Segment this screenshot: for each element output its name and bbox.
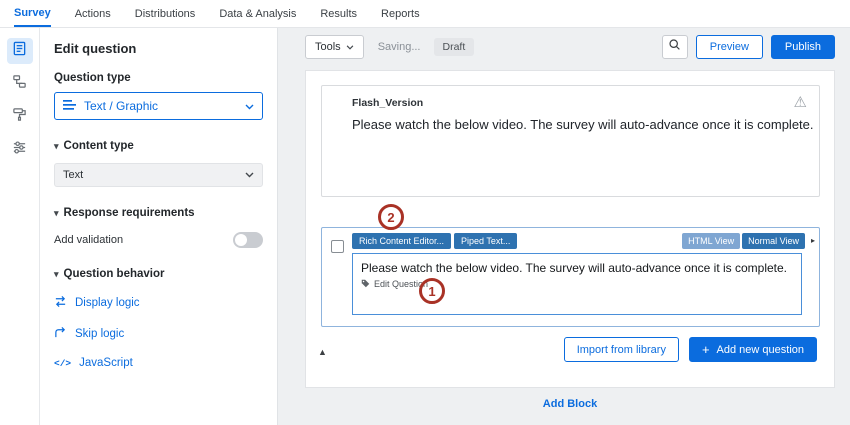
preview-button[interactable]: Preview [696, 35, 763, 59]
question-text-editor: Please watch the below video. The survey… [352, 253, 802, 315]
nav-tab-actions[interactable]: Actions [75, 0, 111, 27]
survey-options-icon [12, 140, 27, 160]
left-icon-rail [0, 28, 40, 425]
normal-view-button[interactable]: Normal View [742, 233, 805, 249]
search-button[interactable] [662, 35, 688, 59]
javascript-link[interactable]: </> JavaScript [54, 357, 263, 369]
rail-item-survey-flow[interactable] [7, 71, 33, 97]
rich-content-editor-tab[interactable]: Rich Content Editor... [352, 233, 451, 249]
edit-question-sidebar: Edit question Question type Text / Graph… [40, 28, 278, 425]
chevron-down-icon [245, 169, 254, 181]
plus-icon: + [702, 342, 710, 357]
add-validation-toggle[interactable] [233, 232, 263, 248]
chevron-down-icon [346, 41, 354, 53]
rail-item-look-and-feel[interactable] [7, 104, 33, 130]
survey-flow-icon [12, 74, 27, 94]
block-footer-buttons: Import from library + Add new question [564, 337, 817, 362]
nav-tab-reports[interactable]: Reports [381, 0, 420, 27]
sidebar-title: Edit question [54, 41, 263, 56]
rail-item-survey-builder[interactable] [7, 38, 33, 64]
search-icon [668, 38, 681, 56]
content-type-label: Content type [64, 140, 134, 152]
piped-text-tab[interactable]: Piped Text... [454, 233, 517, 249]
tag-icon [361, 279, 370, 290]
question-preview-card[interactable]: Flash_Version Please watch the below vid… [321, 85, 820, 197]
nav-tab-survey[interactable]: Survey [14, 0, 51, 27]
toggle-knob [235, 234, 247, 246]
qualtrics-survey-editor: Survey Actions Distributions Data & Anal… [0, 0, 850, 425]
editor-view-switch: HTML View Normal View [682, 233, 805, 249]
content-type-select[interactable]: Text [54, 163, 263, 187]
saving-status: Saving... [378, 41, 421, 53]
chevron-down-icon [245, 99, 254, 113]
top-navigation: Survey Actions Distributions Data & Anal… [0, 0, 850, 28]
publish-button[interactable]: Publish [771, 35, 835, 59]
display-logic-icon [54, 295, 67, 311]
edit-question-button[interactable]: Edit Question [353, 279, 801, 290]
question-name: Flash_Version [352, 97, 423, 109]
tools-button[interactable]: Tools [305, 35, 364, 59]
overflow-arrow-icon[interactable]: ▸ [811, 236, 815, 245]
collapse-block-button[interactable]: ▲ [318, 347, 327, 357]
caret-down-icon: ▾ [54, 269, 59, 280]
nav-tab-data-analysis[interactable]: Data & Analysis [219, 0, 296, 27]
rail-item-survey-options[interactable] [7, 137, 33, 163]
warning-icon: ⚠ [794, 93, 807, 111]
javascript-label: JavaScript [79, 357, 133, 369]
text-graphic-icon [63, 99, 77, 114]
question-checkbox[interactable] [331, 240, 344, 253]
display-logic-link[interactable]: Display logic [54, 295, 263, 311]
question-editor-selected: Rich Content Editor... Piped Text... HTM… [321, 227, 820, 327]
question-text-input[interactable]: Please watch the below video. The survey… [353, 254, 801, 277]
nav-tab-distributions[interactable]: Distributions [135, 0, 196, 27]
add-new-question-label: Add new question [717, 344, 804, 356]
add-validation-label: Add validation [54, 234, 233, 246]
look-and-feel-icon [12, 107, 27, 127]
toolbar-right-group: Preview Publish [662, 35, 835, 59]
skip-logic-icon [54, 326, 67, 342]
import-from-library-button[interactable]: Import from library [564, 337, 679, 362]
add-block-button[interactable]: Add Block [305, 398, 835, 410]
response-requirements-section-header[interactable]: ▾ Response requirements [54, 207, 263, 219]
add-validation-row: Add validation [54, 232, 263, 248]
question-preview-text: Please watch the below video. The survey… [352, 115, 814, 135]
content-type-section-header[interactable]: ▾ Content type [54, 140, 263, 152]
editor-toolbar-tabs: Rich Content Editor... Piped Text... [352, 233, 517, 249]
survey-canvas: Tools Saving... Draft Preview Pub [278, 28, 850, 425]
question-type-label: Question type [54, 72, 263, 84]
survey-builder-icon [12, 41, 27, 61]
edit-question-label: Edit Question [374, 279, 428, 289]
skip-logic-label: Skip logic [75, 328, 124, 340]
add-new-question-button[interactable]: + Add new question [689, 337, 817, 362]
content-type-value: Text [63, 169, 245, 181]
question-behavior-section-header[interactable]: ▾ Question behavior [54, 268, 263, 280]
response-requirements-label: Response requirements [64, 207, 195, 219]
question-behavior-label: Question behavior [64, 268, 165, 280]
skip-logic-link[interactable]: Skip logic [54, 326, 263, 342]
display-logic-label: Display logic [75, 297, 140, 309]
draft-status-badge: Draft [434, 38, 475, 56]
question-type-dropdown[interactable]: Text / Graphic [54, 92, 263, 120]
canvas-toolbar: Tools Saving... Draft Preview Pub [305, 35, 835, 59]
nav-tab-results[interactable]: Results [320, 0, 357, 27]
code-icon: </> [54, 358, 71, 369]
caret-down-icon: ▾ [54, 141, 59, 152]
html-view-button[interactable]: HTML View [682, 233, 740, 249]
question-type-value: Text / Graphic [84, 99, 238, 113]
caret-down-icon: ▾ [54, 208, 59, 219]
block-panel: Flash_Version Please watch the below vid… [305, 70, 835, 388]
tools-button-label: Tools [315, 41, 341, 53]
